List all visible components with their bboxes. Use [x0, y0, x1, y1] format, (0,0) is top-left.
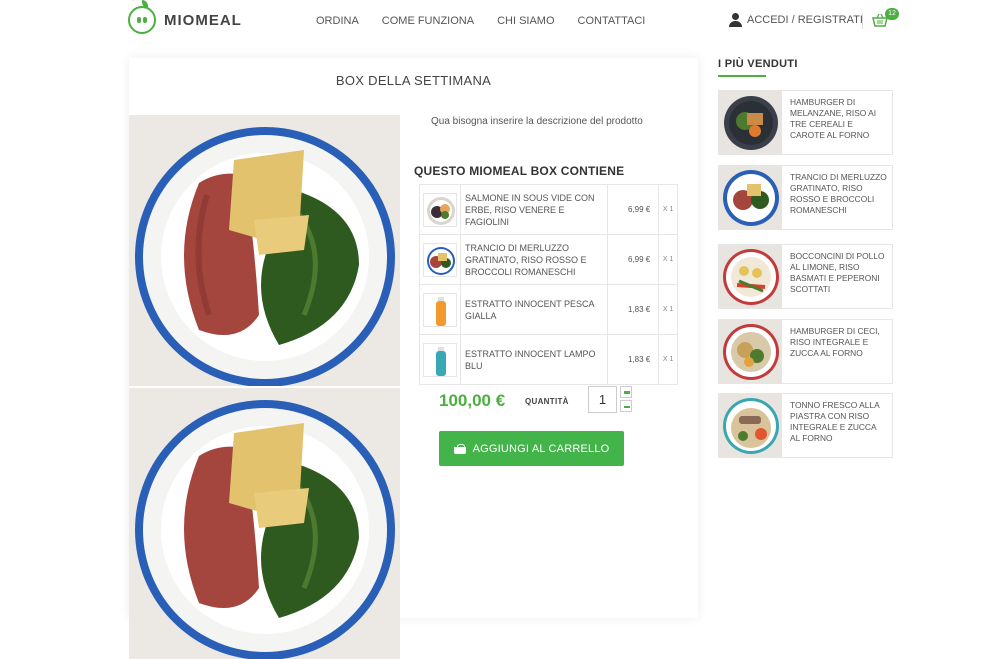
plate-salmon-icon: [423, 192, 457, 227]
item-qty: X 1: [658, 184, 678, 235]
item-price: 1,83 €: [606, 284, 660, 335]
account-label: ACCEDI / REGISTRATI: [747, 14, 863, 26]
quantity-increase-button[interactable]: [620, 386, 632, 398]
quantity-decrease-button[interactable]: [620, 400, 632, 412]
bestseller-item[interactable]: TRANCIO DI MERLUZZO GRATINATO, RISO ROSS…: [718, 165, 893, 230]
item-price: 6,99 €: [606, 184, 660, 235]
add-to-cart-label: AGGIUNGI AL CARRELLO: [472, 442, 610, 455]
bestseller-thumbnail: [719, 394, 782, 457]
brand-logo[interactable]: MIOMEAL: [128, 0, 242, 34]
bestseller-item[interactable]: BOCCONCINI DI POLLO AL LIMONE, RISO BASM…: [718, 244, 893, 309]
item-price: 1,83 €: [606, 334, 660, 385]
table-row[interactable]: SALMONE IN SOUS VIDE CON ERBE, RISO VENE…: [419, 184, 678, 235]
table-row[interactable]: ESTRATTO INNOCENT PESCA GIALLA 1,83 € X …: [419, 284, 678, 335]
box-contents-table: SALMONE IN SOUS VIDE CON ERBE, RISO VENE…: [419, 184, 678, 385]
brand-name: MIOMEAL: [164, 11, 242, 29]
nav-chi-siamo[interactable]: CHI SIAMO: [497, 15, 554, 27]
user-icon: [729, 13, 742, 27]
bottle-orange-icon: [423, 292, 457, 327]
header-divider: [862, 13, 863, 29]
item-name: ESTRATTO INNOCENT PESCA GIALLA: [460, 284, 608, 335]
bestseller-name: BOCCONCINI DI POLLO AL LIMONE, RISO BASM…: [790, 251, 885, 294]
table-row[interactable]: TRANCIO DI MERLUZZO GRATINATO, RISO ROSS…: [419, 234, 678, 285]
bestseller-name: TONNO FRESCO ALLA PIASTRA CON RISO INTEG…: [790, 400, 880, 443]
item-name: SALMONE IN SOUS VIDE CON ERBE, RISO VENE…: [460, 184, 608, 235]
bottle-blue-icon: [423, 342, 457, 377]
item-price: 6,99 €: [606, 234, 660, 285]
product-description: Qua bisogna inserire la descrizione del …: [431, 116, 643, 127]
nav-contattaci[interactable]: CONTATTACI: [578, 15, 646, 27]
bestseller-item[interactable]: HAMBURGER DI CECI, RISO INTEGRALE E ZUCC…: [718, 319, 893, 384]
item-qty: X 1: [658, 234, 678, 285]
site-header: MIOMEAL ORDINA COME FUNZIONA CHI SIAMO C…: [0, 0, 1000, 44]
logo-face-icon: [128, 0, 156, 34]
bestseller-name: HAMBURGER DI CECI, RISO INTEGRALE E ZUCC…: [790, 326, 880, 358]
plate-cod-icon: [423, 242, 457, 277]
basket-icon: [453, 443, 466, 454]
bestseller-item[interactable]: HAMBURGER DI MELANZANE, RISO AI TRE CERE…: [718, 90, 893, 155]
main-nav: ORDINA COME FUNZIONA CHI SIAMO CONTATTAC…: [316, 15, 645, 27]
quantity-input[interactable]: 1: [588, 386, 617, 413]
product-image-secondary[interactable]: [129, 388, 400, 659]
item-qty: X 1: [658, 284, 678, 335]
product-card: BOX DELLA SETTIMANA Qua bisogna inserire…: [129, 58, 698, 659]
bestseller-thumbnail: [719, 91, 782, 154]
product-price: 100,00 €: [439, 391, 506, 410]
item-name: ESTRATTO INNOCENT LAMPO BLU: [460, 334, 608, 385]
page-title: BOX DELLA SETTIMANA: [335, 73, 492, 88]
bestseller-item[interactable]: TONNO FRESCO ALLA PIASTRA CON RISO INTEG…: [718, 393, 893, 458]
bestseller-thumbnail: [719, 245, 782, 308]
table-row[interactable]: ESTRATTO INNOCENT LAMPO BLU 1,83 € X 1: [419, 334, 678, 385]
title-underline: [718, 75, 766, 77]
bestsellers-title: I PIÙ VENDUTI: [718, 58, 798, 70]
nav-ordina[interactable]: ORDINA: [316, 15, 359, 27]
product-image[interactable]: [129, 115, 400, 386]
item-qty: X 1: [658, 334, 678, 385]
bestseller-thumbnail: [719, 166, 782, 229]
bestseller-thumbnail: [719, 320, 782, 383]
bestseller-name: HAMBURGER DI MELANZANE, RISO AI TRE CERE…: [790, 97, 877, 140]
quantity-label: QUANTITÀ: [525, 397, 569, 406]
item-name: TRANCIO DI MERLUZZO GRATINATO, RISO ROSS…: [460, 234, 608, 285]
bestseller-name: TRANCIO DI MERLUZZO GRATINATO, RISO ROSS…: [790, 172, 887, 215]
box-contents-title: QUESTO MIOMEAL BOX CONTIENE: [414, 164, 625, 178]
account-link[interactable]: ACCEDI / REGISTRATI: [729, 13, 863, 27]
add-to-cart-button[interactable]: AGGIUNGI AL CARRELLO: [439, 431, 624, 466]
nav-come-funziona[interactable]: COME FUNZIONA: [382, 15, 474, 27]
cart-count-badge: 12: [885, 8, 899, 20]
